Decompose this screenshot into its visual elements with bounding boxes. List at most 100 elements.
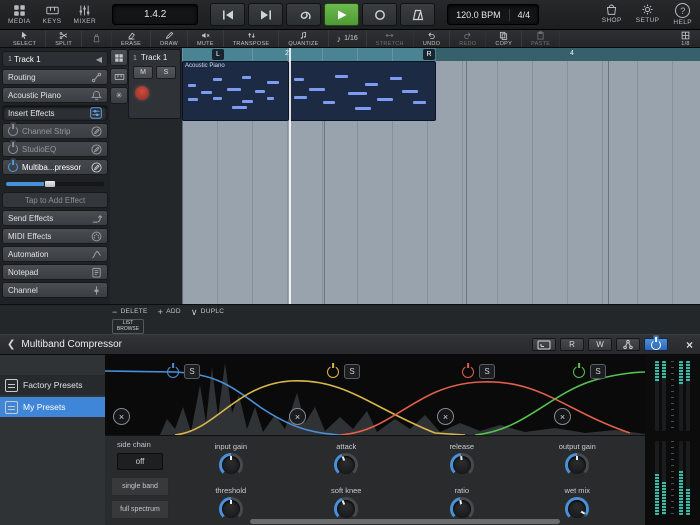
add-button[interactable]: +ADD [158,308,181,316]
effect-slot-multiband-compressor[interactable]: Multiba...pressor [2,159,108,175]
draw-tool-button[interactable]: DRAW [151,30,188,47]
tempo-display[interactable]: 120.0 BPM 4/4 [447,4,539,25]
copy-button[interactable]: COPY [486,30,522,47]
horizontal-scrollbar[interactable] [250,519,560,524]
soft-knee-knob[interactable] [334,497,358,521]
inspector-item-automation[interactable]: Automation [2,246,108,262]
select-tool-button[interactable]: SELECT [4,30,46,47]
power-icon[interactable] [8,126,18,136]
band-remove-button[interactable] [437,408,454,425]
grid-settings-button[interactable] [110,49,128,66]
band-solo-button[interactable]: S [184,364,200,379]
instrument-button[interactable] [110,68,128,85]
routing-button[interactable] [616,338,640,351]
back-chevron-icon[interactable]: ❮ [7,339,15,350]
full-spectrum-button[interactable]: full spectrum [111,500,169,519]
record-button[interactable] [362,3,397,26]
edit-effect-icon[interactable] [91,126,102,137]
effect-slot-studioeq[interactable]: StudioEQ [2,141,108,157]
undo-button[interactable]: UNDO [414,30,450,47]
paste-button[interactable]: PASTE [522,30,560,47]
inspector-item-instrument[interactable]: Acoustic Piano [2,87,108,103]
go-to-start-button[interactable] [210,3,245,26]
edit-effect-icon[interactable] [91,144,102,155]
freeze-button[interactable]: ✳ [110,87,128,104]
play-button[interactable] [324,3,359,26]
media-button[interactable]: MEDIA [8,4,31,25]
collapse-arrow-icon[interactable]: ◀ [96,55,102,64]
ratio-knob[interactable] [450,497,474,521]
slider-track[interactable] [6,182,104,186]
redo-button[interactable]: REDO [450,30,486,47]
threshold-knob[interactable] [219,497,243,521]
side-chain-off-button[interactable]: off [117,453,163,470]
band-power-button[interactable] [462,366,474,378]
erase-tool-button[interactable]: ERASE [112,30,151,47]
split-tool-button[interactable]: SPLIT [46,30,82,47]
inspector-item-insert-effects[interactable]: Insert Effects [2,105,108,121]
cycle-button[interactable] [286,3,321,26]
slider-thumb[interactable] [44,180,56,188]
inspector-item-notepad[interactable]: Notepad [2,264,108,280]
attack-knob[interactable] [334,453,358,477]
band-power-button[interactable] [327,366,339,378]
track-header[interactable]: 1 Track 1 M S [128,49,181,119]
midi-clip[interactable] [289,61,436,121]
band-solo-button[interactable]: S [590,364,606,379]
power-icon[interactable] [8,162,18,172]
effect-slot-channel-strip[interactable]: Channel Strip [2,123,108,139]
effect-power-button[interactable] [644,338,668,351]
power-icon[interactable] [8,144,18,154]
close-panel-button[interactable]: × [686,338,693,352]
list-browse-button[interactable]: LIST BROWSE [112,319,144,334]
solo-button[interactable]: S [156,66,176,79]
effect-mix-slider[interactable] [6,177,104,190]
playhead[interactable] [289,48,291,304]
go-to-end-button[interactable] [248,3,283,26]
band-power-button[interactable] [167,366,179,378]
preset-my-presets[interactable]: My Presets [0,397,105,417]
band-remove-button[interactable] [113,408,130,425]
record-arm-button[interactable] [133,84,151,102]
band-solo-button[interactable]: S [344,364,360,379]
mute-tool-button[interactable]: MUTE [188,30,224,47]
setup-button[interactable]: SETUP [636,3,660,26]
inspector-item-routing[interactable]: Routing [2,69,108,85]
single-band-button[interactable]: single band [111,477,169,496]
preset-factory[interactable]: Factory Presets [0,375,105,395]
wet-mix-knob[interactable] [565,497,589,521]
inspector-item-midi-eff.ects[interactable]: MIDI Effects [2,228,108,244]
stretch-tool-button[interactable]: STRETCH [367,30,414,47]
help-button[interactable]: HELP [673,3,692,26]
automation-read-button[interactable]: R [560,338,584,351]
edit-effect-icon[interactable] [91,162,102,173]
mute-button[interactable]: M [133,66,153,79]
inspector-track-header[interactable]: 1 Track 1 ◀ [2,51,108,67]
transpose-tool-button[interactable]: TRANSPOSE [224,30,280,47]
metronome-button[interactable] [400,3,435,26]
quantize-button[interactable]: QUANTIZE [279,30,328,47]
output-gain-knob[interactable] [565,453,589,477]
band-remove-button[interactable] [554,408,571,425]
arrange-canvas[interactable]: 2 3 4 L R Acoustic Piano [182,48,700,304]
left-locator-marker[interactable]: L [212,49,224,60]
quantize-value-selector[interactable]: ♪ 1/16 [329,30,367,47]
keys-button[interactable]: KEYS [43,4,62,25]
mixer-button[interactable]: MIXER [74,4,97,25]
release-knob[interactable] [450,453,474,477]
detach-window-button[interactable] [532,338,556,351]
tap-to-add-effect-button[interactable]: Tap to Add Effect [2,192,108,208]
band-remove-button[interactable] [289,408,306,425]
midi-clip[interactable]: Acoustic Piano [182,61,289,121]
band-solo-button[interactable]: S [479,364,495,379]
band-power-button[interactable] [573,366,585,378]
delete-button[interactable]: −DELETE [112,308,148,316]
timeline-ruler[interactable]: 2 3 4 L R [182,48,700,61]
crossover-display[interactable]: S S S S [105,355,645,435]
inspector-item-send-effects[interactable]: Send Effects [2,210,108,226]
automation-write-button[interactable]: W [588,338,612,351]
grid-value-button[interactable]: 1/8 [671,30,700,47]
duplicate-button[interactable]: ∨DUPLC [191,308,224,316]
input-gain-knob[interactable] [219,453,243,477]
right-locator-marker[interactable]: R [423,49,435,60]
